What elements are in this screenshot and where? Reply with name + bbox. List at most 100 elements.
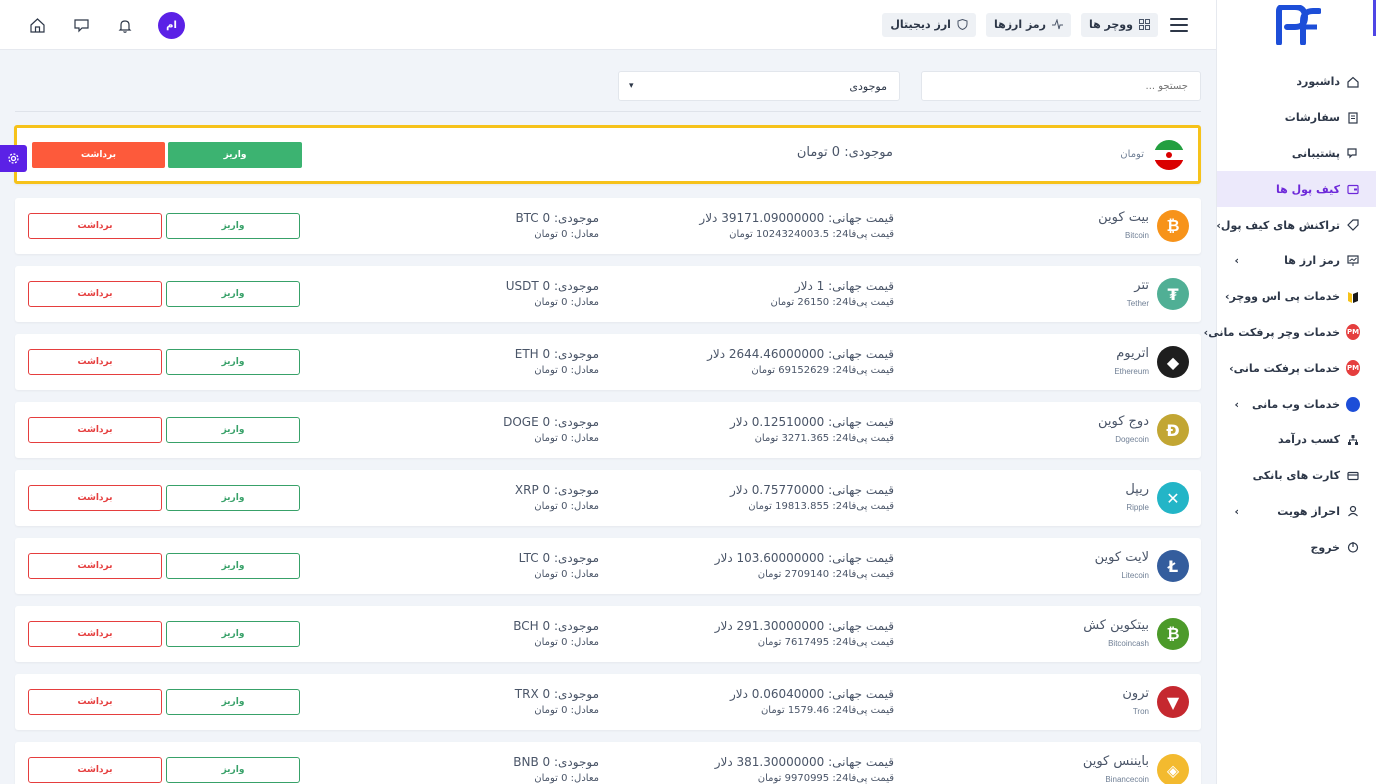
deposit-button[interactable]: واریز <box>166 621 300 647</box>
sidebar-item-label: خدمات پرفکت مانی <box>1233 361 1340 375</box>
deposit-button[interactable]: واریز <box>166 757 300 783</box>
sidebar-item-0[interactable]: داشبورد <box>1217 64 1376 100</box>
sidebar-item-8[interactable]: PM خدمات پرفکت مانی › <box>1217 350 1376 386</box>
coin-logo-icon: ₿ <box>1157 210 1189 242</box>
withdraw-button[interactable]: برداشت <box>28 757 162 783</box>
withdraw-button[interactable]: برداشت <box>28 689 162 715</box>
sidebar-item-label: کسب درآمد <box>1278 433 1340 447</box>
sidebar-item-4[interactable]: تراکنش های کیف پول › <box>1216 207 1376 243</box>
coin-wallet-card: ◈ بایننس کوین Binancecoin قیمت جهانی: 381.3… <box>15 742 1201 784</box>
global-price: قیمت جهانی: 381.30000000 دلار <box>714 755 894 769</box>
menu-toggle-icon[interactable] <box>1170 17 1188 32</box>
withdraw-button[interactable]: برداشت <box>28 621 162 647</box>
home-icon <box>1346 75 1360 89</box>
global-price: قیمت جهانی: 0.12510000 دلار <box>729 415 894 429</box>
chevron-left-icon: › <box>1229 361 1234 375</box>
avatar[interactable]: ام <box>158 12 185 39</box>
power-icon <box>1346 540 1360 554</box>
sidebar-item-3[interactable]: کیف پول ها <box>1217 171 1376 208</box>
withdraw-button[interactable]: برداشت <box>28 417 162 443</box>
sort-select[interactable]: موجودی ▾ <box>618 71 900 101</box>
deposit-button[interactable]: واریز <box>166 349 300 375</box>
local-price: قیمت پی‌فا24: 19813.855 تومان <box>748 501 894 512</box>
coin-english-name: Binancecoin <box>1105 775 1149 784</box>
sidebar-item-7[interactable]: PM خدمات وچر پرفکت مانی › <box>1204 315 1376 351</box>
coin-name: لایت کوین <box>1094 550 1149 565</box>
deposit-button[interactable]: واریز <box>166 553 300 579</box>
user-icon <box>1346 504 1360 518</box>
pm-icon: PM <box>1346 324 1360 341</box>
coin-name: تتر <box>1134 278 1149 293</box>
withdraw-button[interactable]: برداشت <box>28 281 162 307</box>
local-price: قیمت پی‌فا24: 26150 تومان <box>770 297 894 308</box>
sidebar-item-12[interactable]: احراز هویت › <box>1217 494 1376 530</box>
sidebar-item-2[interactable]: پشتیبانی <box>1217 136 1376 172</box>
deposit-button[interactable]: واریز <box>166 213 300 239</box>
sidebar-item-1[interactable]: سفارشات <box>1217 100 1376 136</box>
search-input[interactable] <box>921 71 1201 101</box>
global-price: قیمت جهانی: 1 دلار <box>794 279 894 293</box>
bell-icon[interactable] <box>114 15 136 37</box>
coin-equivalent: معادل: 0 تومان <box>534 705 599 716</box>
coin-english-name: Bitcoin <box>1124 231 1149 240</box>
divider <box>15 111 1201 112</box>
toman-wallet-card: تومان موجودی: 0 تومان واریز برداشت <box>14 125 1201 184</box>
coin-equivalent: معادل: 0 تومان <box>534 365 599 376</box>
withdraw-button[interactable]: برداشت <box>28 213 162 239</box>
coin-balance: موجودی: 0 BTC <box>515 211 599 225</box>
chip-vouchers[interactable]: ووچر ها <box>1080 12 1158 37</box>
coin-equivalent: معادل: 0 تومان <box>534 773 599 784</box>
logo[interactable] <box>1217 0 1376 50</box>
sidebar-item-label: خدمات پی اس ووچر <box>1229 290 1340 304</box>
coin-balance: موجودی: 0 XRP <box>514 483 599 497</box>
settings-toggle[interactable] <box>0 145 27 172</box>
sidebar-item-label: کارت های بانکی <box>1252 469 1340 483</box>
coin-equivalent: معادل: 0 تومان <box>534 297 599 308</box>
card-icon <box>1346 469 1360 483</box>
withdraw-button[interactable]: برداشت <box>28 485 162 511</box>
deposit-button[interactable]: واریز <box>166 485 300 511</box>
home-icon[interactable] <box>26 15 48 37</box>
withdraw-button[interactable]: برداشت <box>28 349 162 375</box>
sidebar-item-10[interactable]: کسب درآمد <box>1217 422 1376 458</box>
withdraw-button[interactable]: برداشت <box>28 553 162 579</box>
chip-label: ووچر ها <box>1088 18 1133 31</box>
coin-english-name: Litecoin <box>1121 571 1149 580</box>
webmoney-icon <box>1346 396 1360 412</box>
coin-english-name: Ethereum <box>1114 367 1149 376</box>
deposit-button[interactable]: واریز <box>166 689 300 715</box>
chat-icon <box>1346 146 1360 160</box>
global-price: قیمت جهانی: 39171.09000000 دلار <box>699 211 894 225</box>
deposit-button[interactable]: واریز <box>166 281 300 307</box>
toman-deposit-button[interactable]: واریز <box>168 142 302 168</box>
sidebar-item-9[interactable]: خدمات وب مانی › <box>1217 386 1376 422</box>
coin-logo-icon: ◈ <box>1157 754 1189 784</box>
messages-icon[interactable] <box>70 15 92 37</box>
chip-digital-currency[interactable]: ارز دیجیتال <box>882 12 976 37</box>
coin-balance: موجودی: 0 ETH <box>514 347 599 361</box>
coin-wallet-card: ✕ ریپل Ripple قیمت جهانی: 0.75770000 دلار قی… <box>15 470 1201 526</box>
local-price: قیمت پی‌فا24: 1579.46 تومان <box>760 705 894 716</box>
chip-crypto[interactable]: رمز ارزها <box>985 12 1071 37</box>
coin-balance: موجودی: 0 USDT <box>505 279 599 293</box>
network-icon <box>1346 433 1360 447</box>
coin-name: ترون <box>1122 686 1149 701</box>
local-price: قیمت پی‌فا24: 69152629 تومان <box>751 365 894 376</box>
sidebar-item-6[interactable]: خدمات پی اس ووچر › <box>1217 279 1376 315</box>
sidebar-item-5[interactable]: رمز ارز ها › <box>1217 243 1376 279</box>
sidebar-item-label: داشبورد <box>1296 75 1340 89</box>
coin-english-name: Ripple <box>1126 503 1149 512</box>
local-price: قیمت پی‌فا24: 7617495 تومان <box>757 637 894 648</box>
global-price: قیمت جهانی: 2644.46000000 دلار <box>707 347 894 361</box>
coin-name: بایننس کوین <box>1082 754 1149 769</box>
sidebar-item-13[interactable]: خروج <box>1217 529 1376 565</box>
grid-icon <box>1139 19 1150 30</box>
toman-withdraw-button[interactable]: برداشت <box>32 142 165 168</box>
deposit-button[interactable]: واریز <box>166 417 300 443</box>
pm-icon: PM <box>1346 360 1360 377</box>
sidebar-item-11[interactable]: کارت های بانکی <box>1217 458 1376 494</box>
document-icon <box>1346 111 1360 125</box>
sidebar: داشبورد سفارشات پشتیبانی کیف پول ها تراکنش ه… <box>1204 0 1376 784</box>
chevron-left-icon: › <box>1234 397 1239 411</box>
coin-logo-icon: ✕ <box>1157 482 1189 514</box>
